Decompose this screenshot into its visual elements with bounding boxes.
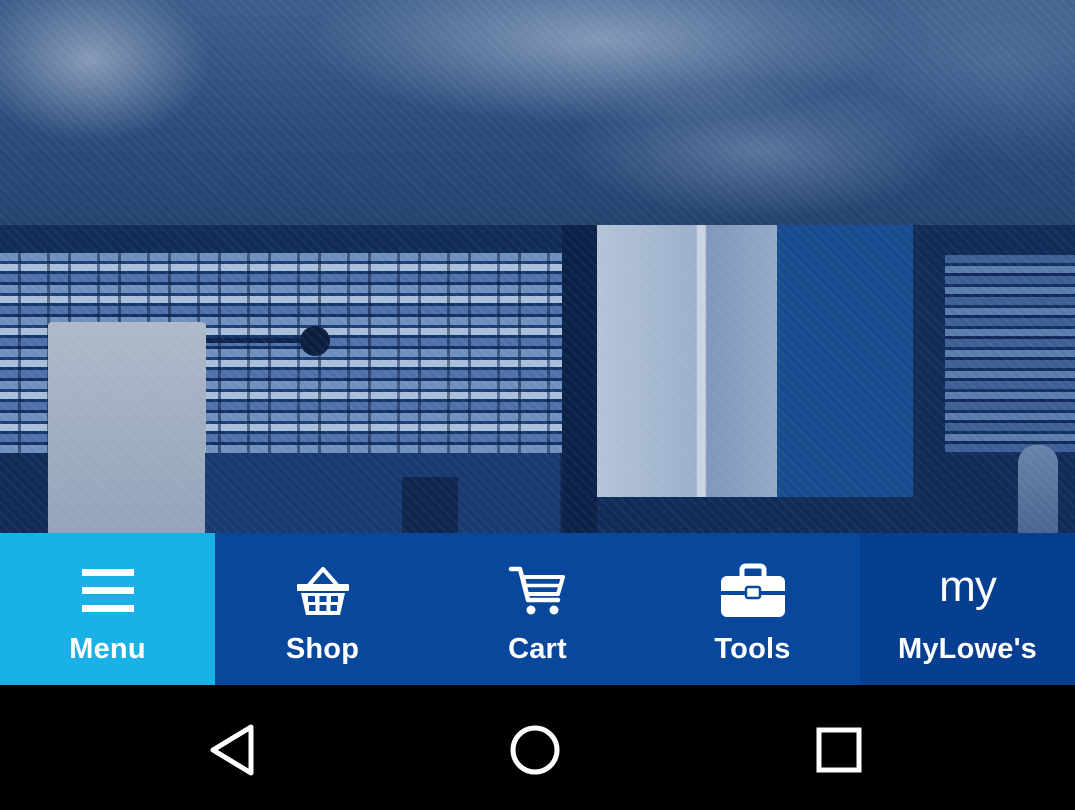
hero-banner-image[interactable] xyxy=(0,0,1075,533)
counter-wall xyxy=(205,453,560,533)
outlet xyxy=(402,477,458,533)
recents-button[interactable] xyxy=(794,705,884,795)
towel xyxy=(48,322,206,533)
back-triangle-icon xyxy=(210,724,254,776)
app-screen: Menu Shop Cart Tools my MyLowe's xyxy=(0,0,1075,810)
tile-wall-right xyxy=(945,255,1075,455)
cart-icon xyxy=(498,563,578,619)
towel-bar xyxy=(205,338,315,343)
back-button[interactable] xyxy=(187,705,277,795)
my-logo-text: my xyxy=(939,562,997,611)
tab-mylowes[interactable]: my MyLowe's xyxy=(860,533,1075,685)
tab-shop-label: Shop xyxy=(285,633,360,665)
tab-menu[interactable]: Menu xyxy=(0,533,215,685)
tab-tools[interactable]: Tools xyxy=(645,533,860,685)
system-navigation-bar xyxy=(0,685,1075,810)
hamburger-icon xyxy=(68,563,148,619)
tab-shop[interactable]: Shop xyxy=(215,533,430,685)
tab-cart[interactable]: Cart xyxy=(430,533,645,685)
mirror-frame xyxy=(562,225,940,533)
tab-tools-label: Tools xyxy=(714,633,791,665)
my-logo-icon: my xyxy=(928,563,1008,619)
tab-cart-label: Cart xyxy=(508,633,567,665)
bottom-tab-bar: Menu Shop Cart Tools my MyLowe's xyxy=(0,533,1075,685)
recents-square-icon xyxy=(816,727,862,773)
hanging-towel xyxy=(1018,445,1058,533)
home-button[interactable] xyxy=(490,705,580,795)
basket-icon xyxy=(283,563,363,619)
tab-mylowes-label: MyLowe's xyxy=(897,633,1038,665)
toolbox-icon xyxy=(713,563,793,619)
tab-menu-label: Menu xyxy=(69,633,146,665)
hero-top-photo xyxy=(0,0,1075,225)
home-circle-icon xyxy=(510,725,560,775)
towel-bar-knob xyxy=(300,326,330,356)
